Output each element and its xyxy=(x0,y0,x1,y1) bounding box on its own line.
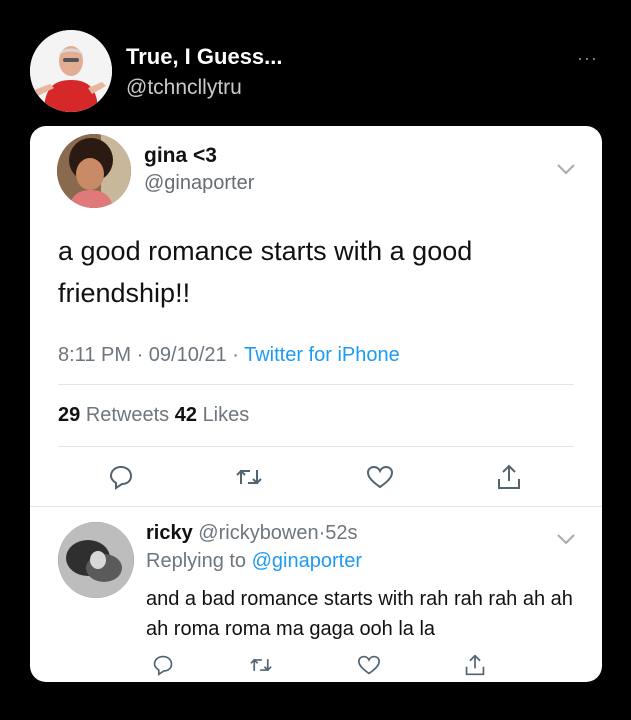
likes-count[interactable]: 42 xyxy=(175,404,197,426)
tweet-source-link[interactable]: Twitter for iPhone xyxy=(244,344,400,366)
like-icon[interactable] xyxy=(363,460,397,494)
more-icon[interactable]: ··· xyxy=(577,48,598,69)
tweet-stats: 29 Retweets 42 Likes xyxy=(58,404,249,427)
outer-handle[interactable]: @tchncllytru xyxy=(126,76,242,100)
reply-display-name[interactable]: ricky xyxy=(146,522,193,544)
divider xyxy=(58,446,574,447)
share-icon[interactable] xyxy=(492,460,526,494)
tweet-handle[interactable]: @ginaporter xyxy=(144,172,254,195)
replying-to: Replying to @ginaporter xyxy=(146,550,362,573)
reply-handle[interactable]: @rickybowen xyxy=(198,522,318,544)
tweet-display-name[interactable]: gina <3 xyxy=(144,144,217,168)
reply-icon[interactable] xyxy=(104,460,138,494)
tweet-text: a good romance starts with a good friend… xyxy=(58,236,473,308)
reply-age: 52s xyxy=(325,522,358,544)
replying-prefix: Replying to xyxy=(146,550,247,572)
reply-header: ricky @rickybowen·52s xyxy=(146,522,358,545)
outer-tweet-header: True, I Guess... @tchncllytru ··· xyxy=(30,30,610,114)
retweet-icon[interactable] xyxy=(244,648,278,682)
chevron-down-icon[interactable] xyxy=(556,528,576,551)
divider xyxy=(58,384,574,385)
likes-label[interactable]: Likes xyxy=(203,404,250,426)
retweet-icon[interactable] xyxy=(232,460,266,494)
tweet-time: 8:11 PM xyxy=(58,344,131,366)
reply-text: and a bad romance starts with rah rah ra… xyxy=(146,588,573,640)
chevron-down-icon[interactable] xyxy=(556,158,576,181)
avatar-tchncllytru[interactable] xyxy=(30,30,112,112)
outer-display-name[interactable]: True, I Guess... xyxy=(126,44,283,70)
reply-actions xyxy=(30,648,602,682)
avatar-ginaporter[interactable] xyxy=(57,134,131,208)
retweets-label[interactable]: Retweets xyxy=(86,404,169,426)
tweet-actions xyxy=(30,460,602,494)
share-icon[interactable] xyxy=(458,648,492,682)
reply-icon[interactable] xyxy=(146,648,180,682)
divider xyxy=(30,506,602,507)
replying-to-link[interactable]: @ginaporter xyxy=(252,550,362,572)
tweet-date: 09/10/21 xyxy=(148,344,227,366)
retweets-count[interactable]: 29 xyxy=(58,404,80,426)
tweet-metadata: 8:11 PM · 09/10/21 · Twitter for iPhone xyxy=(58,344,400,367)
avatar-rickybowen[interactable] xyxy=(58,522,134,598)
like-icon[interactable] xyxy=(352,648,386,682)
tweet-card: gina <3 @ginaporter a good romance start… xyxy=(30,126,602,682)
separator-dot: · xyxy=(136,344,144,366)
separator-dot: · xyxy=(232,344,239,366)
